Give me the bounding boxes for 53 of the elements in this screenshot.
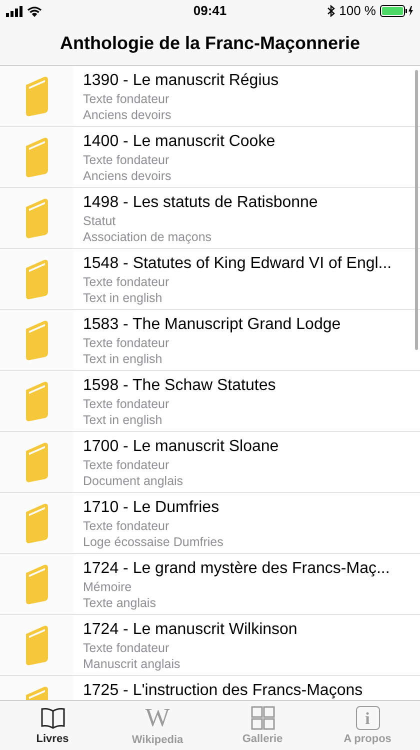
book-category: Texte fondateur bbox=[83, 396, 170, 412]
status-time: 09:41 bbox=[193, 2, 227, 20]
book-row[interactable]: 1710 - Le Dumfries Texte fondateur Loge écossaise Dumfries bbox=[0, 493, 420, 554]
book-title: 1598 - The Schaw Statutes bbox=[83, 376, 276, 396]
w-letter-icon: W bbox=[145, 705, 170, 731]
book-title: 1700 - Le manuscrit Sloane bbox=[83, 437, 279, 457]
book-note: Text in english bbox=[83, 351, 164, 367]
book-category: Texte fondateur bbox=[83, 152, 170, 168]
book-row[interactable]: 1498 - Les statuts de Ratisbonne Statut Association de maçons bbox=[0, 188, 420, 249]
book-note: Anciens devoirs bbox=[83, 168, 172, 184]
book-row[interactable]: 1390 - Le manuscrit Régius Texte fondateur Anciens devoirs bbox=[0, 66, 420, 127]
battery-charging-icon bbox=[380, 5, 414, 17]
book-row[interactable]: 1598 - The Schaw Statutes Texte fondateur Text in english bbox=[0, 371, 420, 432]
book-title: 1583 - The Manuscript Grand Lodge bbox=[83, 315, 341, 335]
book-title: 1725 - L'instruction des Francs-Maçons bbox=[83, 681, 363, 700]
book-category: Texte fondateur bbox=[83, 518, 170, 534]
tab-bar-item[interactable]: Livres bbox=[0, 701, 105, 750]
book-title: 1390 - Le manuscrit Régius bbox=[83, 71, 279, 91]
book-note: Loge écossaise Dumfries bbox=[83, 534, 224, 550]
book-title: 1400 - Le manuscrit Cooke bbox=[83, 132, 276, 152]
book-category: Texte fondateur bbox=[83, 335, 170, 351]
open-book-icon bbox=[40, 706, 66, 730]
book-note: Text in english bbox=[83, 290, 164, 306]
wifi-icon bbox=[27, 6, 42, 16]
book-row[interactable]: 1724 - Le manuscrit Wilkinson Texte fondateur Manuscrit anglais bbox=[0, 615, 420, 676]
book-row[interactable]: 1724 - Le grand mystère des Francs-Maç... Mémoire Texte anglais bbox=[0, 554, 420, 615]
book-row[interactable]: 1548 - Statutes of King Edward VI of Engl... Texte fondateur Text in english bbox=[0, 249, 420, 310]
book-note: Document anglais bbox=[83, 473, 184, 489]
book-row[interactable]: 1400 - Le manuscrit Cooke Texte fondateur Anciens devoirs bbox=[0, 127, 420, 188]
book-row[interactable]: 1583 - The Manuscript Grand Lodge Texte fondateur Text in english bbox=[0, 310, 420, 371]
book-category: Texte fondateur bbox=[83, 274, 170, 290]
nav-title: Anthologie de la Franc-Maçonnerie bbox=[60, 32, 360, 55]
book-note: Anciens devoirs bbox=[83, 107, 172, 123]
book-note: Text in english bbox=[83, 412, 164, 428]
book-note: Texte anglais bbox=[83, 595, 157, 611]
bluetooth-icon bbox=[327, 5, 336, 17]
book-category: Texte fondateur bbox=[83, 640, 170, 656]
battery-percent: 100 % bbox=[339, 2, 376, 20]
signal-icon bbox=[6, 6, 23, 16]
book-note: Association de maçons bbox=[83, 229, 213, 245]
book-title: 1548 - Statutes of King Edward VI of Engl... bbox=[83, 254, 392, 274]
book-row[interactable]: 1700 - Le manuscrit Sloane Texte fondateur Document anglais bbox=[0, 432, 420, 493]
book-title: 1710 - Le Dumfries bbox=[83, 498, 220, 518]
book-category: Mémoire bbox=[83, 579, 133, 595]
book-category: Texte fondateur bbox=[83, 457, 170, 473]
book-title: 1724 - Le grand mystère des Francs-Maç... bbox=[83, 559, 390, 579]
book-title: 1724 - Le manuscrit Wilkinson bbox=[83, 620, 298, 640]
book-category: Texte fondateur bbox=[83, 91, 170, 107]
book-title: 1498 - Les statuts de Ratisbonne bbox=[83, 193, 318, 213]
grid-icon bbox=[250, 706, 274, 730]
book-note: Manuscrit anglais bbox=[83, 656, 182, 672]
info-icon: i bbox=[356, 706, 380, 730]
book-category: Statut bbox=[83, 213, 117, 229]
